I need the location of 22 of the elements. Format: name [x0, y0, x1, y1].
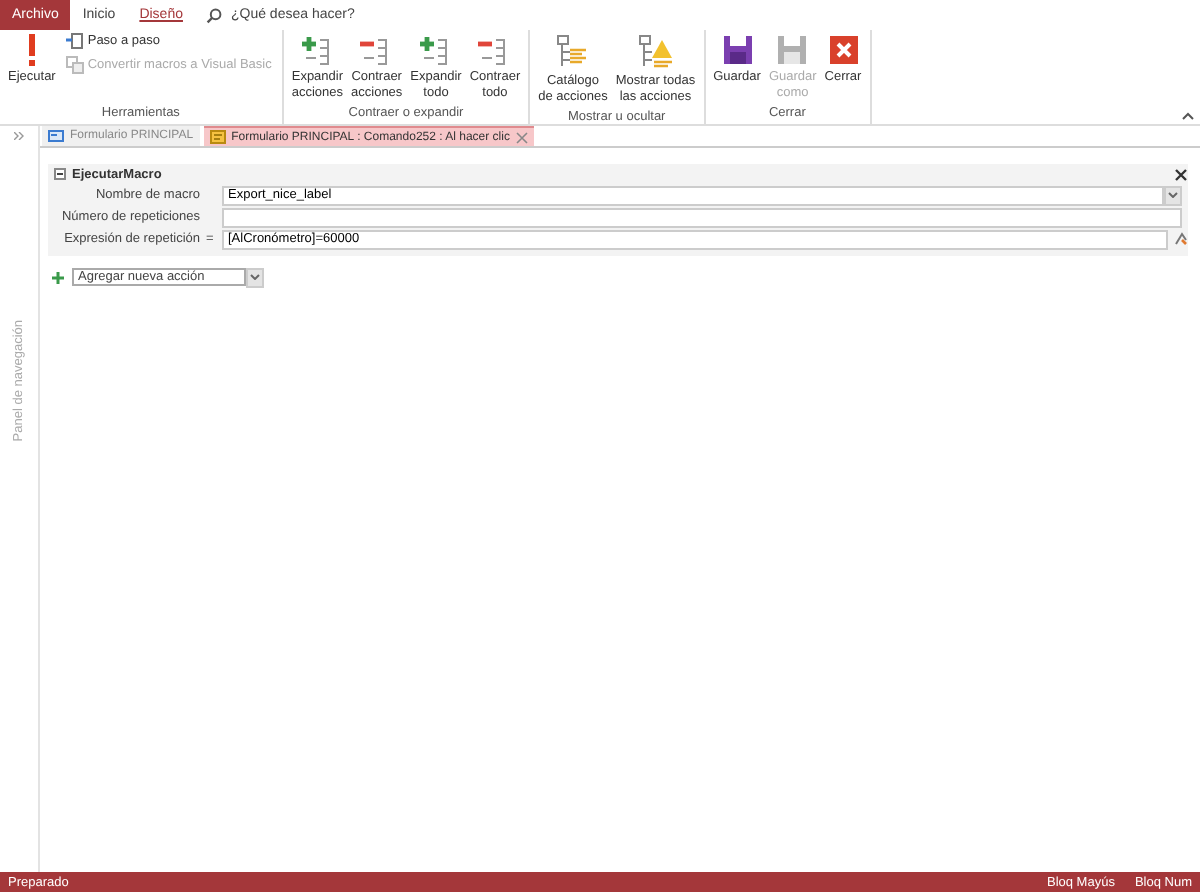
input-field[interactable]	[222, 207, 1182, 227]
dropdown-button[interactable]	[246, 267, 264, 287]
floppy-icon	[776, 34, 809, 66]
step-icon	[65, 32, 84, 50]
floppy-icon	[721, 34, 753, 66]
builder-icon[interactable]	[1174, 232, 1188, 246]
close-icon	[827, 34, 859, 66]
warning-list-icon	[637, 34, 674, 70]
chevron-icon[interactable]	[14, 132, 24, 140]
caret-icon	[250, 274, 260, 280]
search-icon	[206, 7, 223, 23]
convert-icon	[65, 56, 84, 74]
dropdown-button[interactable]	[1164, 185, 1182, 205]
caret-icon	[1168, 192, 1178, 198]
exclamation-icon	[25, 34, 38, 66]
close-icon[interactable]	[1174, 167, 1188, 181]
form-icon	[48, 130, 64, 142]
plus-icon	[52, 271, 64, 283]
caret-icon[interactable]	[1182, 112, 1194, 120]
catalog-icon	[554, 34, 591, 70]
collapse-box-icon[interactable]	[54, 168, 66, 180]
macro-icon	[209, 130, 226, 144]
